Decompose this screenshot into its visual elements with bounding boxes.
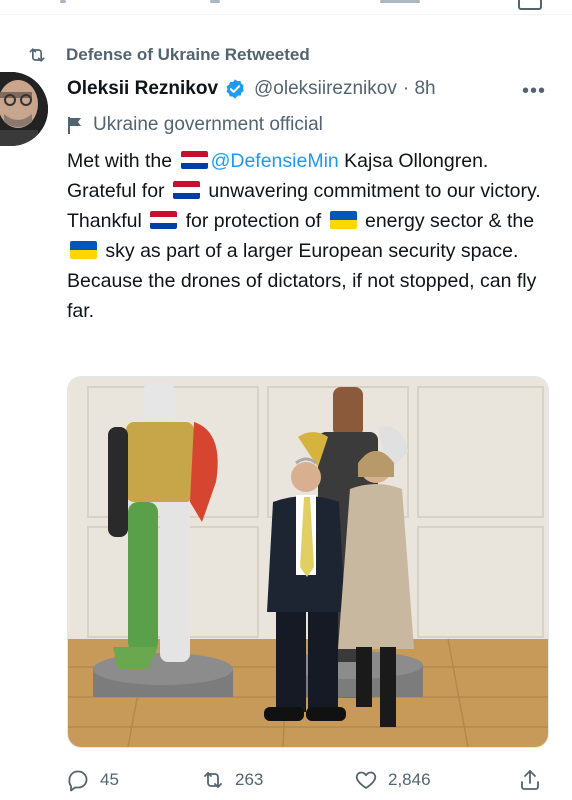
retweet-icon <box>29 48 45 62</box>
tweet-timestamp[interactable]: · 8h <box>403 78 436 100</box>
netherlands-flag <box>150 211 178 229</box>
tweet-photo[interactable] <box>67 376 549 748</box>
flag-icon <box>68 117 81 134</box>
mention-link[interactable]: @DefensieMin <box>211 150 339 172</box>
netherlands-flag <box>172 181 200 199</box>
ukraine-flag <box>329 211 357 229</box>
retweet-count: 263 <box>235 770 264 789</box>
government-label: Ukraine government official <box>67 112 323 138</box>
more-options-icon[interactable]: ••• <box>522 80 546 103</box>
like-count: 2,846 <box>388 770 431 789</box>
netherlands-flag <box>180 151 208 169</box>
government-label-text: Ukraine government official <box>93 114 323 135</box>
retweet-context[interactable]: Defense of Ukraine Retweeted <box>26 44 310 66</box>
share-button[interactable] <box>518 764 542 796</box>
reply-icon <box>68 770 88 792</box>
share-icon[interactable] <box>518 0 542 10</box>
ukraine-flag <box>70 241 97 259</box>
verified-badge-icon <box>226 79 244 99</box>
author-handle[interactable]: @oleksiireznikov <box>254 78 397 100</box>
reply-button[interactable]: 45 <box>66 764 119 796</box>
tweet-actions: 45 263 2,846 <box>66 764 546 796</box>
reply-count: 45 <box>100 770 119 789</box>
heart-icon <box>355 771 377 789</box>
like-button[interactable]: 2,846 <box>354 764 431 796</box>
author-name[interactable]: Oleksii Reznikov <box>67 78 218 100</box>
tweet-text: Met with the @DefensieMin Kajsa Ollongre… <box>67 150 541 322</box>
share-icon <box>521 770 539 790</box>
retweet-label: Defense of Ukraine Retweeted <box>66 45 310 64</box>
previous-tweet-edge <box>0 0 572 15</box>
retweet-button[interactable]: 263 <box>201 764 263 796</box>
avatar[interactable] <box>0 72 48 146</box>
retweet-icon <box>204 772 222 788</box>
